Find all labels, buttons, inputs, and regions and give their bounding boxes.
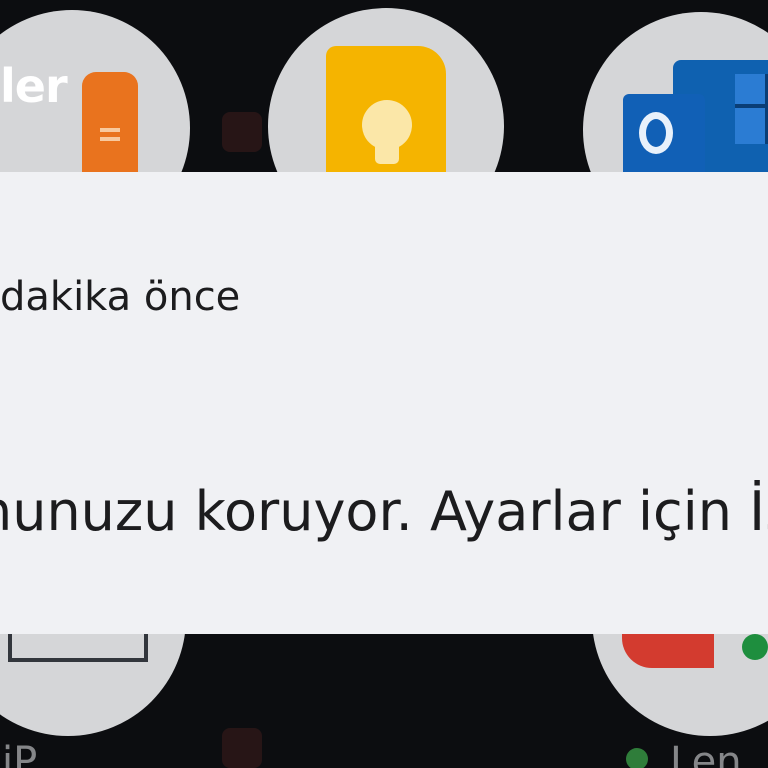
folder-app-icon[interactable]	[222, 112, 262, 152]
home-screen: ler iP Len dakika önce hunuzu koruyor. A…	[0, 0, 768, 768]
scanner-frame-icon	[8, 632, 148, 662]
new-badge-dot-icon	[626, 748, 648, 768]
document-icon	[82, 72, 138, 180]
outlook-o-icon	[639, 112, 673, 154]
bottom-app-icon[interactable]	[222, 728, 262, 768]
google-green-segment-icon	[742, 634, 768, 660]
screen-clip: ler iP Len dakika önce hunuzu koruyor. A…	[0, 0, 768, 768]
folder-title: ler	[0, 59, 68, 113]
notification-body: hunuzu koruyor. Ayarlar için İs	[0, 480, 768, 543]
notification-time: dakika önce	[0, 274, 241, 320]
lightbulb-icon	[362, 100, 412, 164]
notification-card[interactable]	[0, 172, 768, 634]
app-label-left: iP	[2, 739, 38, 768]
app-label-right: Len	[670, 739, 742, 768]
